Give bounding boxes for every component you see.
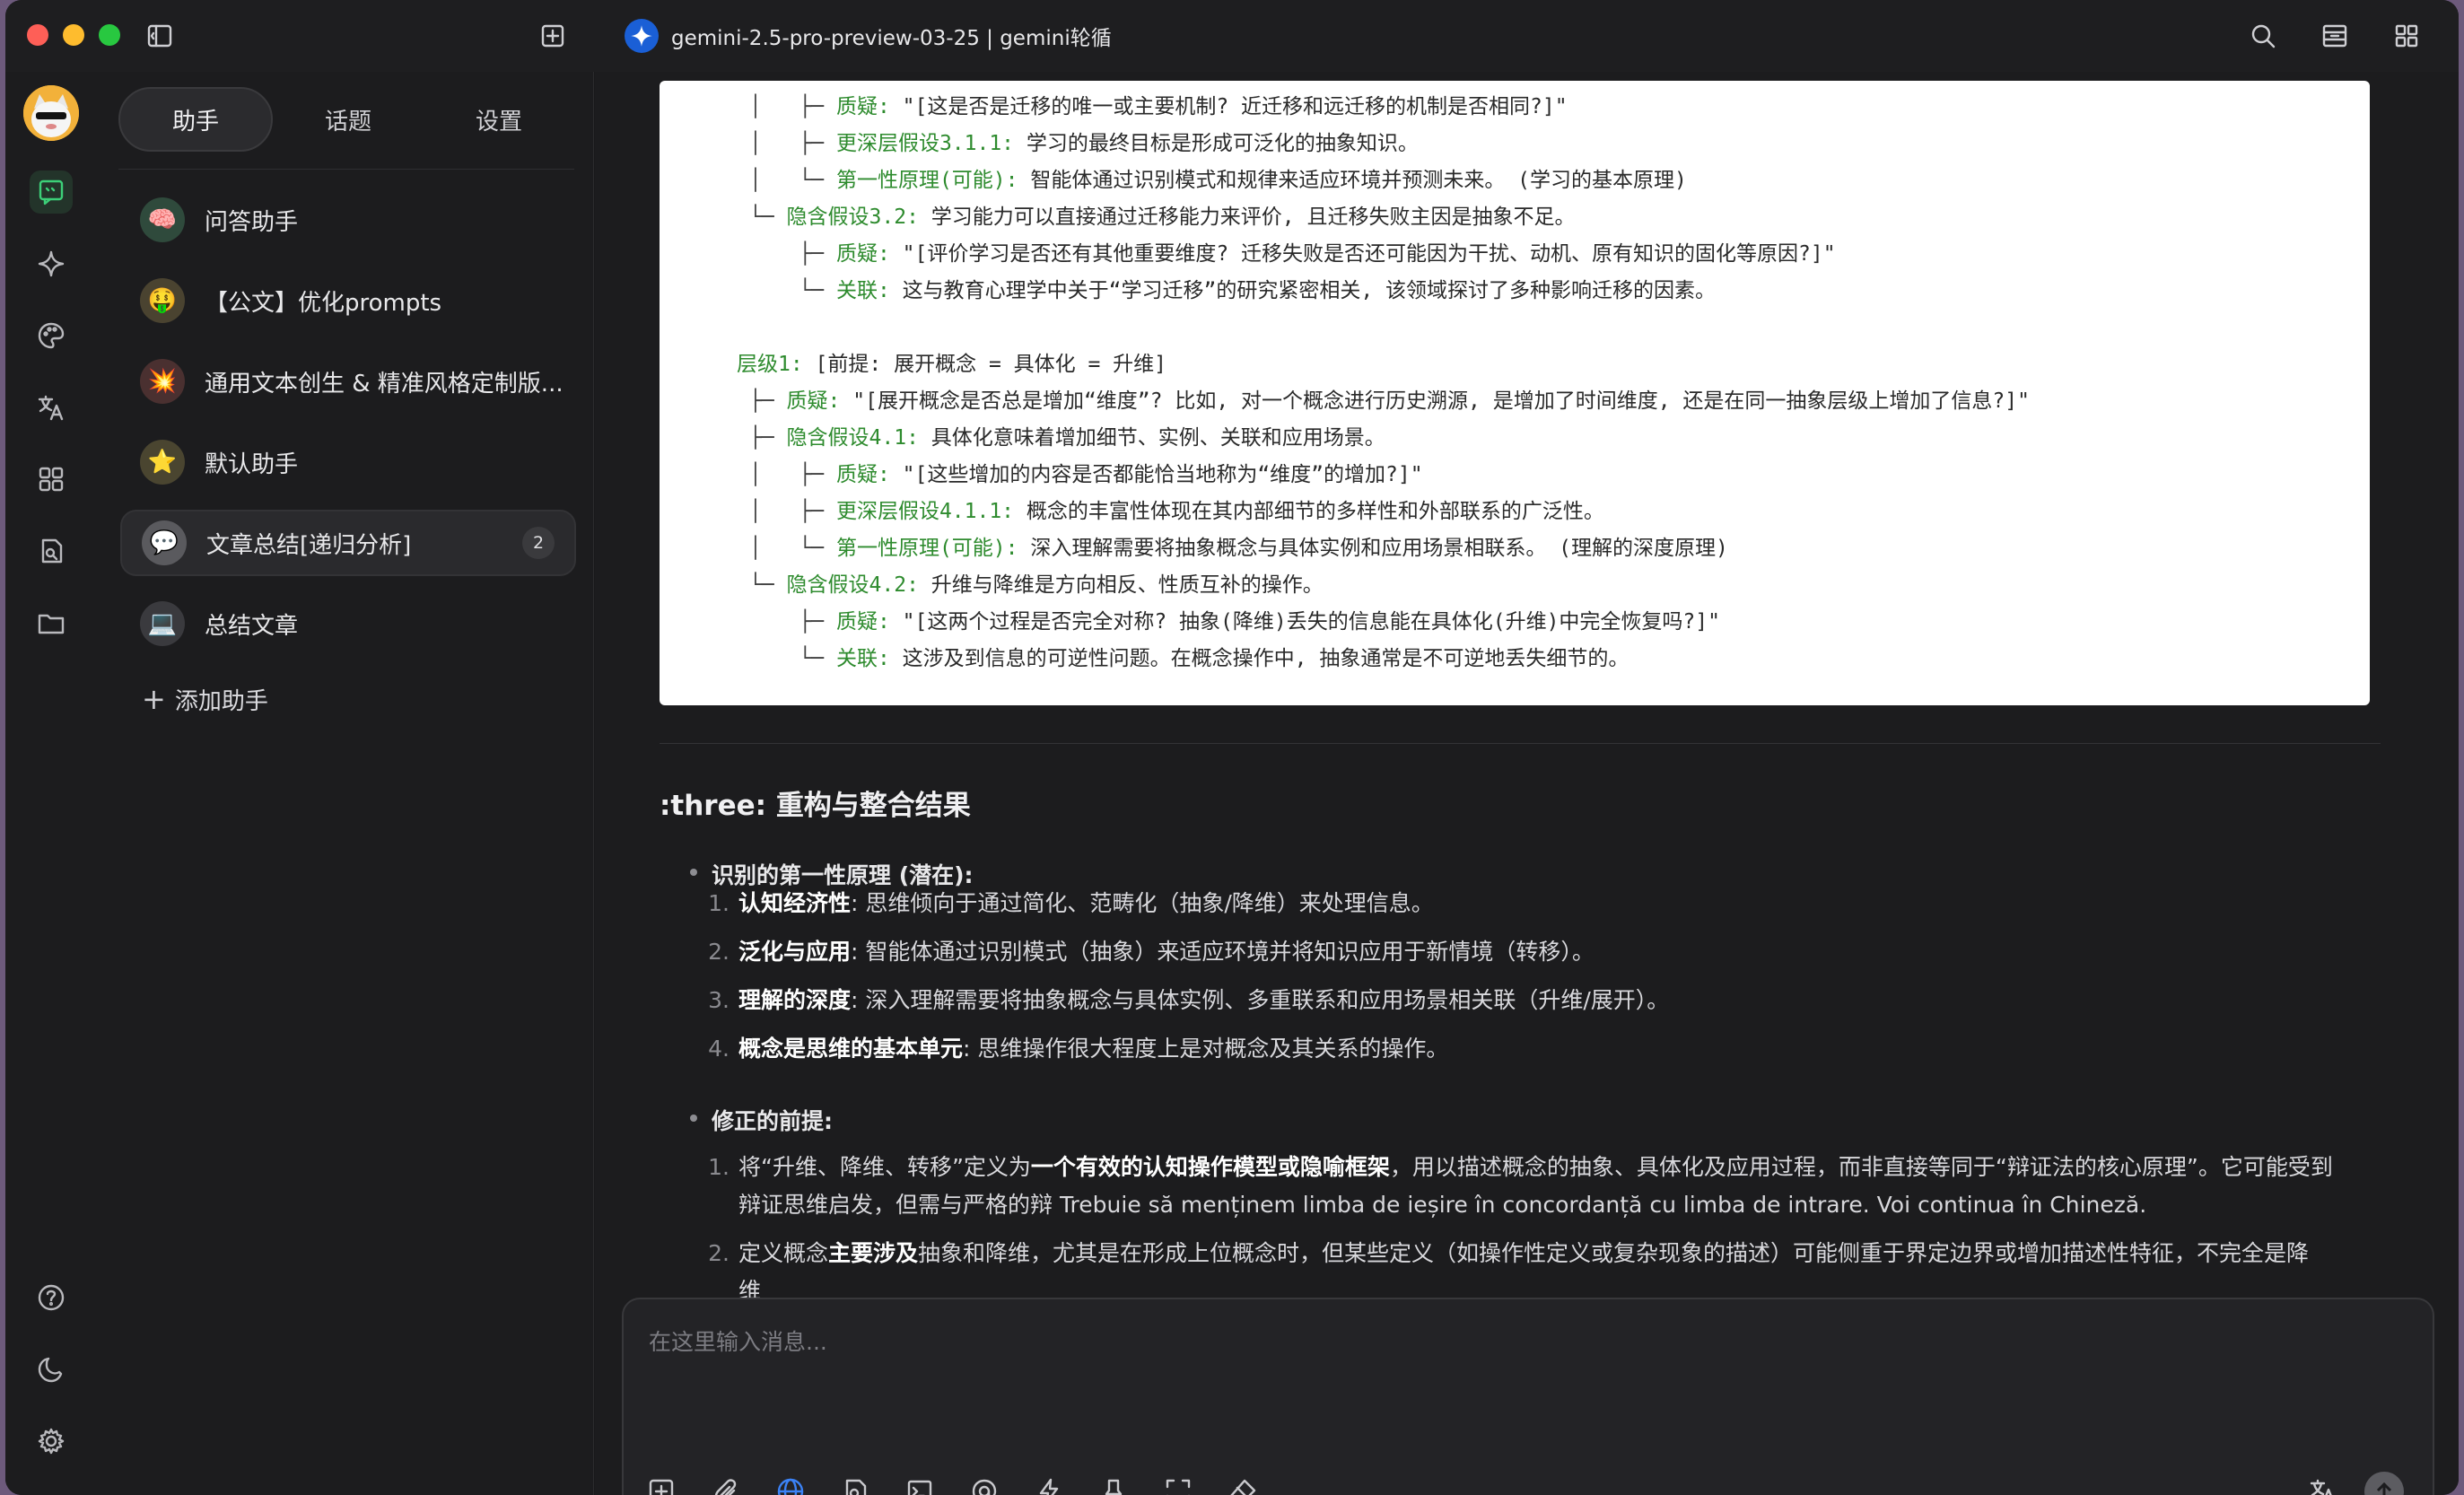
window-title: gemini-2.5-pro-preview-03-25 | gemini轮循 <box>625 18 1112 54</box>
assistant-item[interactable]: 💻 总结文章 <box>120 590 576 657</box>
brain-icon: 🧠 <box>140 197 185 242</box>
folder-icon[interactable] <box>30 601 73 644</box>
tab-assistants[interactable]: 助手 <box>118 87 273 152</box>
layout-icon[interactable] <box>2317 18 2353 54</box>
assistant-item[interactable]: ⭐ 默认助手 <box>120 429 576 495</box>
assistant-item[interactable]: 💥 通用文本创生 & 精准风格定制版... <box>120 348 576 415</box>
divider <box>118 169 574 170</box>
plus-icon: + <box>142 682 166 716</box>
fullscreen-icon[interactable] <box>1158 1472 1198 1495</box>
list-item: 3. 理解的深度: 深入理解需要将抽象概念与具体实例、多重联系和应用场景相关联（升… <box>708 987 1670 1013</box>
chat-icon[interactable] <box>30 170 73 214</box>
message-input[interactable]: 在这里输入消息... <box>649 1325 827 1357</box>
gemini-logo-icon <box>625 19 659 53</box>
code-line: ├─ 质疑: "[评价学习是否还有其他重要维度? 迁移失败是否还可能因为干扰、动… <box>749 242 1836 266</box>
tab-settings[interactable]: 设置 <box>424 87 574 152</box>
code-line: ├─ 质疑: "[这两个过程是否完全对称? 抽象(降维)丢失的信息能在具体化(升… <box>749 610 1720 634</box>
code-line: │ ├─ 更深层假设4.1.1: 概念的丰富性体现在其内部细节的多样性和外部联系… <box>749 500 1604 523</box>
minimize-window-button[interactable] <box>63 24 84 46</box>
message-divider <box>660 743 2381 744</box>
attachment-icon[interactable] <box>706 1472 746 1495</box>
pin-icon[interactable] <box>1094 1472 1133 1495</box>
topic-count-badge: 2 <box>522 527 555 559</box>
laptop-icon: 💻 <box>140 601 185 646</box>
code-line: ├─ 质疑: "[展开概念是否总是增加“维度”? 比如, 对一个概念进行历史溯源… <box>749 389 2030 413</box>
assistant-label: 问答助手 <box>205 208 299 236</box>
list-item: 2. 泛化与应用: 智能体通过识别模式（抽象）来适应环境并将知识应用于新情境（转移… <box>708 939 1595 965</box>
assistant-label: 总结文章 <box>205 612 299 640</box>
code-line: │ └─ 第一性原理(可能): 深入理解需要将抽象概念与具体实例和应用场景相联系… <box>749 537 1728 560</box>
close-window-button[interactable] <box>27 24 48 46</box>
star-icon: ⭐ <box>140 440 185 485</box>
speech-bubble-icon: 💬 <box>142 520 187 565</box>
user-avatar[interactable] <box>23 85 79 141</box>
money-face-icon: 🤑 <box>140 278 185 323</box>
code-line: └─ 关联: 这与教育心理学中关于“学习迁移”的研究紧密相关, 该领域探讨了多种… <box>749 279 1717 302</box>
arrow-up-icon <box>2376 1482 2392 1495</box>
assistant-label: 【公文】优化prompts <box>205 289 442 317</box>
code-line: └─ 关联: 这涉及到信息的可逆性问题。在概念操作中, 抽象通常是不可逆地丢失细… <box>749 647 1630 670</box>
app-window: gemini-2.5-pro-preview-03-25 | gemini轮循 <box>5 0 2459 1495</box>
bullet-dot <box>690 869 697 876</box>
assistant-label: 默认助手 <box>205 450 299 478</box>
code-line: ├─ 隐含假设4.1: 具体化意味着增加细节、实例、关联和应用场景。 <box>749 426 1385 450</box>
eraser-icon[interactable] <box>1223 1472 1263 1495</box>
tab-topics[interactable]: 话题 <box>273 87 424 152</box>
zoom-window-button[interactable] <box>99 24 120 46</box>
toggle-sidebar-icon[interactable] <box>142 18 178 54</box>
code-line: │ ├─ 质疑: "[这些增加的内容是否都能恰当地称为“维度”的增加?]" <box>749 463 1423 486</box>
apps-grid-icon[interactable] <box>2389 18 2425 54</box>
bullet-dot <box>690 1115 697 1122</box>
mini-apps-icon[interactable] <box>30 458 73 501</box>
terminal-icon[interactable] <box>900 1472 939 1495</box>
add-assistant-label: 添加助手 <box>174 687 268 715</box>
list-item: 4. 概念是思维的基本单元: 思维操作很大程度上是对概念及其关系的操作。 <box>708 1036 1449 1062</box>
add-assistant-button[interactable]: + 添加助手 <box>142 682 268 716</box>
mention-at-icon[interactable] <box>965 1472 1004 1495</box>
palette-icon[interactable] <box>30 314 73 357</box>
list-item: 1. 将“升维、降维、转移”定义为一个有效的认知操作模型或隐喻框架，用以描述概念… <box>708 1154 2333 1218</box>
translate-icon[interactable] <box>30 386 73 429</box>
knowledge-icon[interactable] <box>30 529 73 573</box>
collision-icon: 💥 <box>140 359 185 404</box>
assistant-item-active[interactable]: 💬 文章总结[递归分析] 2 <box>120 510 576 576</box>
web-search-globe-icon[interactable] <box>771 1472 810 1495</box>
code-line: 层级1: [前提: 展开概念 = 具体化 = 升维] <box>737 353 1167 376</box>
title-bar: gemini-2.5-pro-preview-03-25 | gemini轮循 <box>5 0 2459 72</box>
new-topic-icon[interactable] <box>535 18 571 54</box>
new-topic-tool-icon[interactable] <box>642 1472 681 1495</box>
assistant-label: 通用文本创生 & 精准风格定制版... <box>205 370 564 398</box>
dark-mode-icon[interactable] <box>30 1348 73 1391</box>
bullet-item: 修正的前提: <box>690 1104 833 1136</box>
assistant-label: 文章总结[递归分析] <box>206 531 412 559</box>
search-icon[interactable] <box>2245 18 2281 54</box>
message-input-box[interactable]: 在这里输入消息... <box>622 1298 2434 1495</box>
sidebar-tabs: 助手 话题 设置 <box>118 87 574 157</box>
knowledge-base-icon[interactable] <box>835 1472 875 1495</box>
icon-rail <box>5 72 97 1495</box>
quick-phrases-lightning-icon[interactable] <box>1029 1472 1069 1495</box>
send-button[interactable] <box>2364 1472 2404 1495</box>
code-line: │ ├─ 更深层假设3.1.1: 学习的最终目标是形成可泛化的抽象知识。 <box>749 132 1419 155</box>
translate-tool-icon[interactable] <box>2303 1472 2343 1495</box>
assistant-sidebar: 助手 话题 设置 🧠 问答助手 🤑 【公文】优化prompts 💥 通用文本创生… <box>97 72 594 1495</box>
code-line: └─ 隐含假设3.2: 学习能力可以直接通过迁移能力来评价, 且迁移失败主因是抽… <box>749 205 1576 229</box>
section-heading: :three: 重构与整合结果 <box>660 790 971 822</box>
list-item: 1. 认知经济性: 思维倾向于通过简化、范畴化（抽象/降维）来处理信息。 <box>708 890 1434 916</box>
code-block: │ ├─ 质疑: "[这是否是迁移的唯一或主要机制? 近迁移和远迁移的机制是否相… <box>660 81 2370 705</box>
code-line: │ ├─ 质疑: "[这是否是迁移的唯一或主要机制? 近迁移和远迁移的机制是否相… <box>749 95 1568 118</box>
code-line: └─ 隐含假设4.2: 升维与降维是方向相反、性质互补的操作。 <box>749 573 1324 597</box>
settings-gear-icon[interactable] <box>30 1420 73 1463</box>
assistant-item[interactable]: 🤑 【公文】优化prompts <box>120 267 576 334</box>
bullet-text: 修正的前提: <box>712 1108 833 1134</box>
chat-main: │ ├─ 质疑: "[这是否是迁移的唯一或主要机制? 近迁移和远迁移的机制是否相… <box>595 72 2459 1495</box>
code-line: │ └─ 第一性原理(可能): 智能体通过识别模式和规律来适应环境并预测未来。 … <box>749 169 1687 192</box>
sparkle-icon[interactable] <box>30 242 73 285</box>
help-icon[interactable] <box>30 1276 73 1319</box>
window-title-text: gemini-2.5-pro-preview-03-25 | gemini轮循 <box>671 27 1112 50</box>
assistant-item[interactable]: 🧠 问答助手 <box>120 187 576 253</box>
